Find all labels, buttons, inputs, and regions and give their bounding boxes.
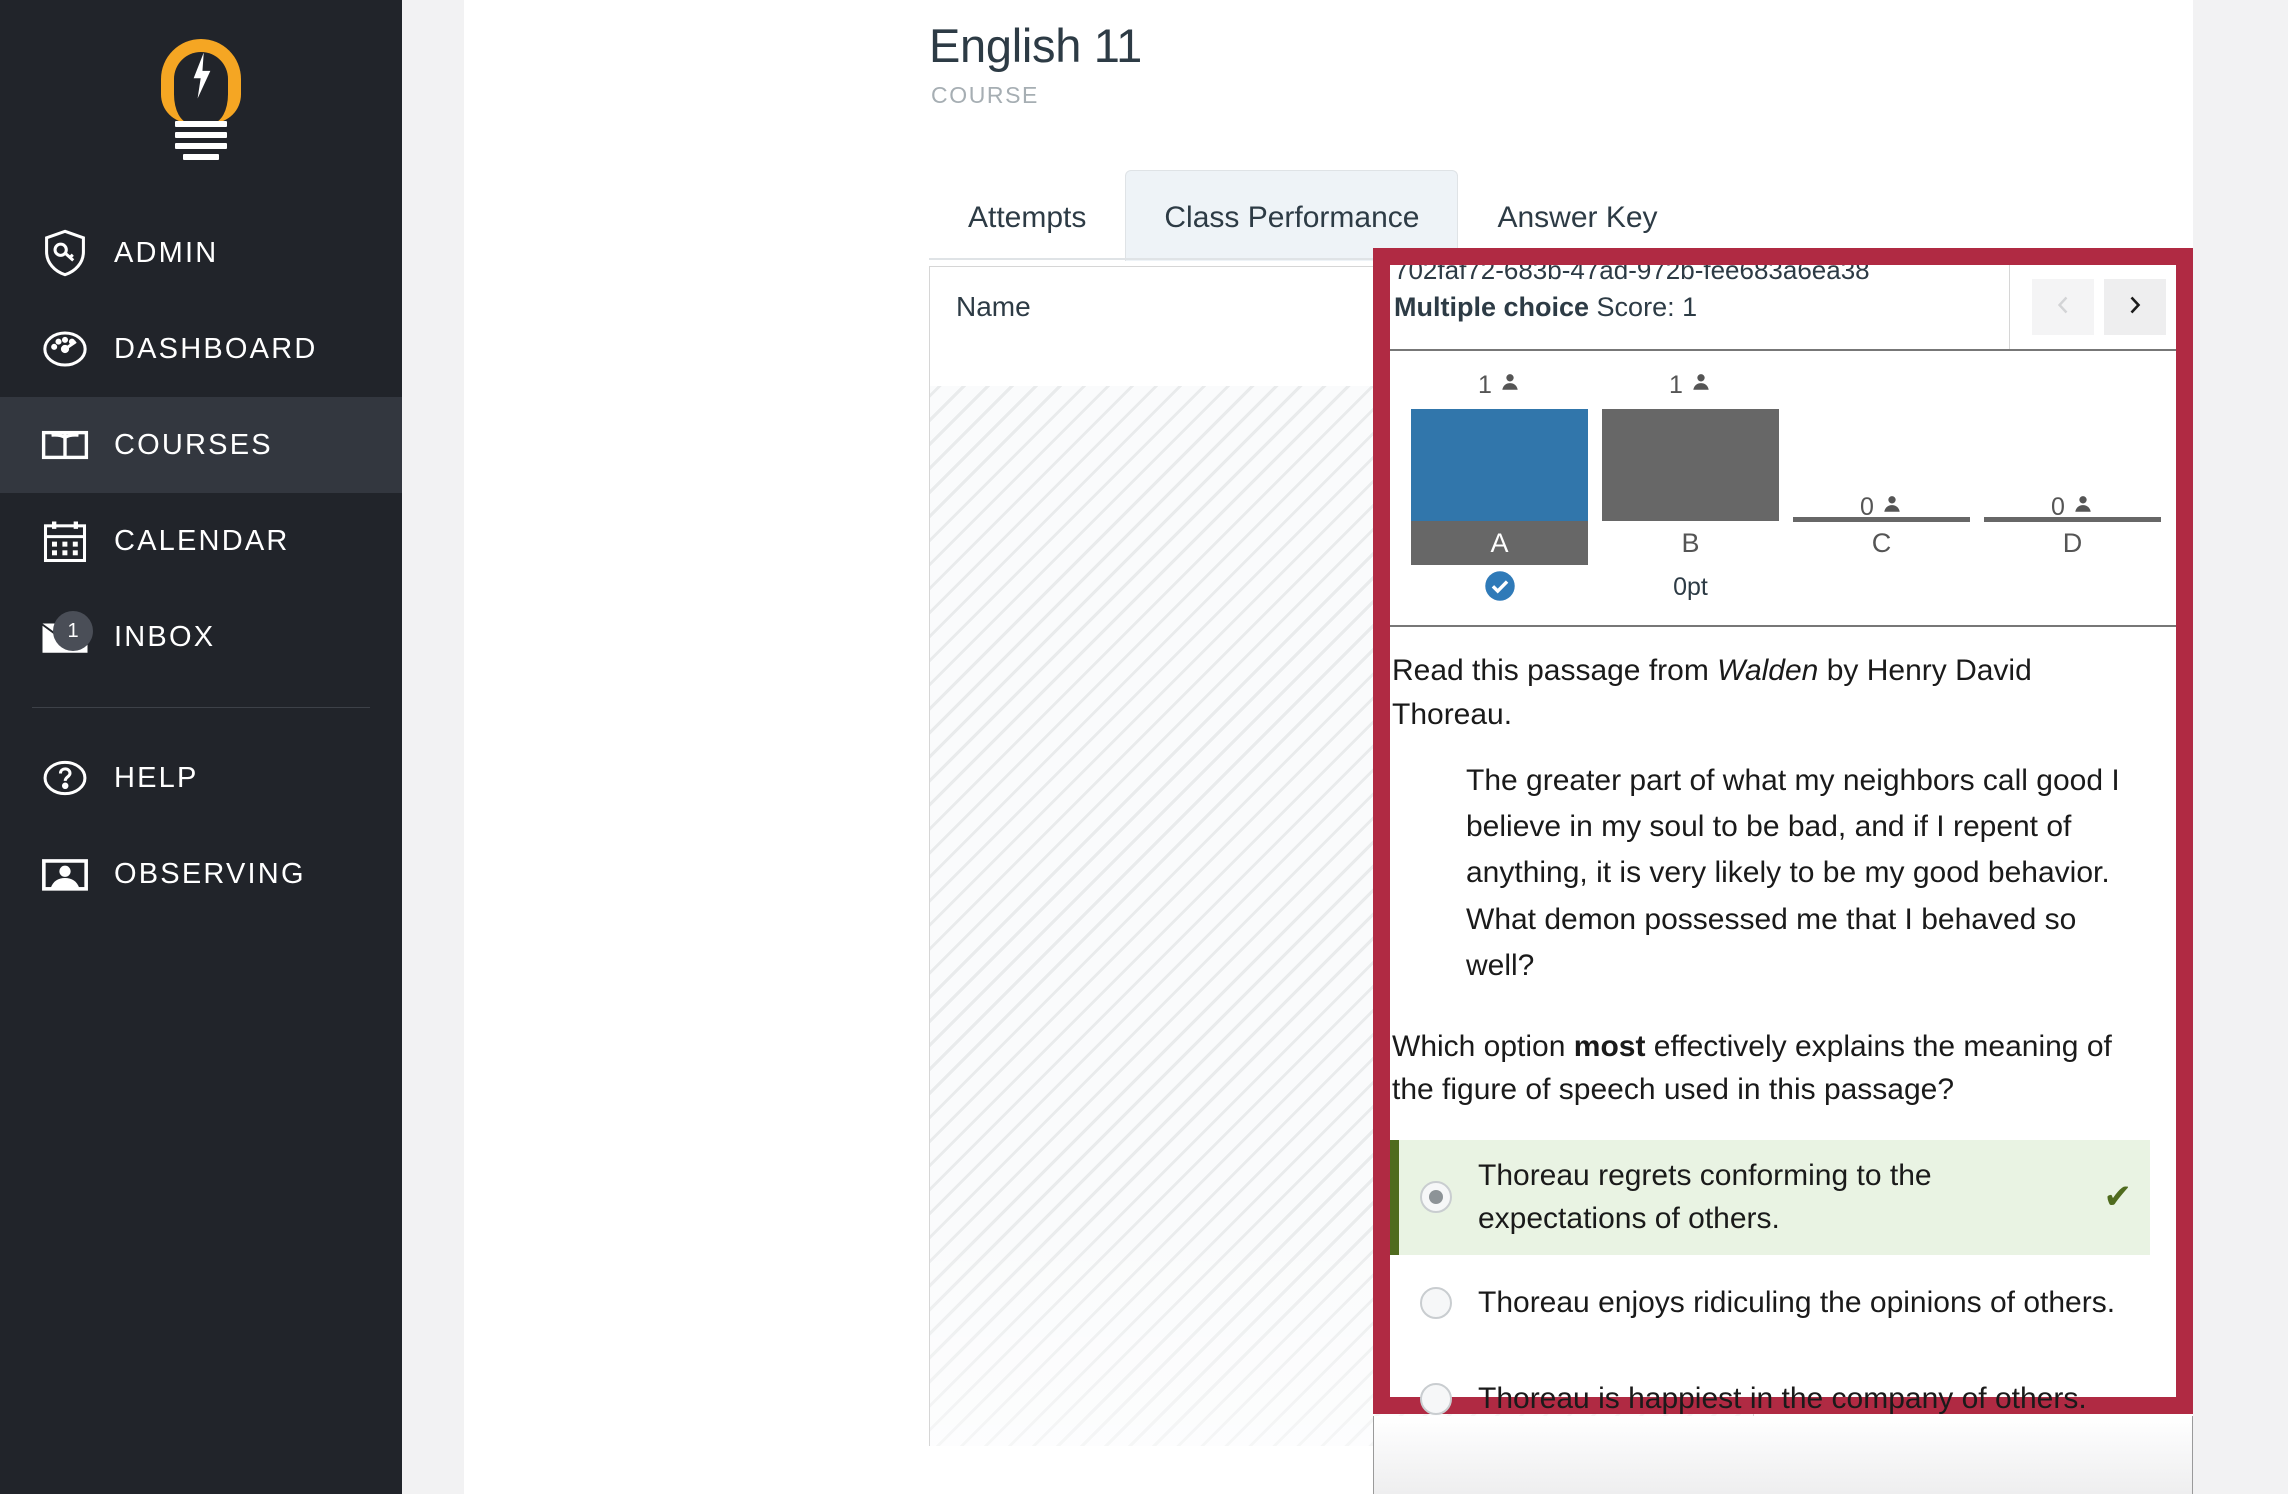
gauge-icon xyxy=(28,323,102,375)
sidebar-divider xyxy=(32,707,370,708)
chart-bar-label: B xyxy=(1681,527,1700,558)
prompt-before: Which option xyxy=(1392,1029,1574,1063)
tab-attempts[interactable]: Attempts xyxy=(929,170,1125,261)
sidebar-item-courses[interactable]: COURSES xyxy=(0,397,402,493)
question-body: Read this passage from Walden by Henry D… xyxy=(1390,627,2176,1494)
radio-button[interactable] xyxy=(1420,1382,1452,1415)
question-type: Multiple choice xyxy=(1394,291,1590,322)
chart-bar-a: 1 A xyxy=(1404,351,1595,625)
panel-bottom-strip xyxy=(1373,1416,2193,1494)
person-icon xyxy=(1499,371,1521,400)
right-rail xyxy=(2193,0,2288,1494)
passage-quote: The greater part of what my neighbors ca… xyxy=(1466,764,2120,982)
chart-bar-b: 1 B 0pt xyxy=(1595,351,1786,625)
chart-correct-marker xyxy=(1404,569,1595,608)
answer-option[interactable]: Thoreau enjoys ridiculing the opinions o… xyxy=(1390,1255,2150,1351)
chart-bar-fill xyxy=(1411,409,1588,521)
sidebar-item-observing[interactable]: OBSERVING xyxy=(0,826,402,922)
check-icon: ✔ xyxy=(2103,1178,2133,1217)
passage-intro-before: Read this passage from xyxy=(1392,654,1718,687)
sidebar-item-inbox[interactable]: 1 INBOX xyxy=(0,589,402,685)
sidebar-item-label: HELP xyxy=(114,761,199,794)
answer-option[interactable]: Thoreau regrets conforming to the expect… xyxy=(1390,1139,2150,1255)
column-header-label: Name xyxy=(956,291,1031,322)
chart-bar-label: A xyxy=(1411,521,1588,565)
shield-key-icon xyxy=(28,227,102,279)
sidebar-item-help[interactable]: HELP xyxy=(0,730,402,826)
chart-bar-c: 0 C xyxy=(1786,351,1977,625)
question-meta: 702faf72-683b-47ad-972b-fee683a6ea38 Mul… xyxy=(1390,265,2009,349)
answer-option-text: Thoreau is happiest in the company of ot… xyxy=(1478,1382,2087,1416)
chart-bar-label: D xyxy=(2062,527,2083,558)
question-detail-panel: 702faf72-683b-47ad-972b-fee683a6ea38 Mul… xyxy=(1373,248,2193,1494)
inbox-badge: 1 xyxy=(53,611,93,651)
question-circle-icon xyxy=(28,752,102,804)
chart-bar-d: 0 D xyxy=(1977,351,2168,625)
chart-bar-points: 0pt xyxy=(1673,573,1708,601)
chart-bar-count: 1 xyxy=(1595,371,1786,400)
sidebar-item-admin[interactable]: ADMIN xyxy=(0,205,402,301)
sidebar: ADMIN DASHBOARD COURSES CALENDAR 1 INBOX… xyxy=(0,0,402,1494)
previous-question-button[interactable] xyxy=(2032,279,2094,335)
passage-source-title: Walden xyxy=(1717,654,1819,687)
radio-button[interactable] xyxy=(1420,1181,1452,1214)
question-score: Score: 1 xyxy=(1596,291,1698,322)
question-nav-buttons xyxy=(2009,265,2176,349)
book-icon xyxy=(28,418,102,472)
sidebar-item-label: INBOX xyxy=(114,620,216,653)
radio-button[interactable] xyxy=(1420,1286,1452,1319)
chevron-right-icon xyxy=(2123,289,2147,326)
check-circle-icon xyxy=(1483,569,1517,608)
sidebar-item-label: COURSES xyxy=(114,428,273,461)
chart-bar-label: C xyxy=(1871,527,1892,558)
lightbulb-logo-icon xyxy=(147,37,255,169)
sidebar-item-label: ADMIN xyxy=(114,236,219,269)
page-subtitle: COURSE xyxy=(931,82,1040,108)
answer-option-text: Thoreau enjoys ridiculing the opinions o… xyxy=(1478,1286,2116,1320)
question-id: 702faf72-683b-47ad-972b-fee683a6ea38 xyxy=(1394,265,1870,285)
page-title: English 11 xyxy=(929,19,1142,72)
chart-bar-count: 1 xyxy=(1404,371,1595,400)
app-root: ADMIN DASHBOARD COURSES CALENDAR 1 INBOX… xyxy=(0,0,2288,1494)
sidebar-item-label: CALENDAR xyxy=(114,524,290,557)
calendar-icon xyxy=(28,515,102,567)
person-icon xyxy=(1690,371,1712,400)
answer-option-text: Thoreau regrets conforming to the expect… xyxy=(1478,1158,1932,1236)
sidebar-item-label: OBSERVING xyxy=(114,857,306,890)
question-type-and-score: Multiple choice Score: 1 xyxy=(1394,292,2009,323)
person-card-icon xyxy=(28,847,102,901)
chart-bars: 1 A 1 B 0pt 0 C 0 D xyxy=(1404,351,2168,625)
chevron-left-icon xyxy=(2051,289,2075,326)
prompt-emphasis: most xyxy=(1573,1029,1646,1063)
sidebar-item-label: DASHBOARD xyxy=(114,332,318,365)
question-panel-header: 702faf72-683b-47ad-972b-fee683a6ea38 Mul… xyxy=(1390,265,2176,351)
chart-bar-fill xyxy=(1602,409,1779,521)
next-question-button[interactable] xyxy=(2104,279,2166,335)
sidebar-item-dashboard[interactable]: DASHBOARD xyxy=(0,301,402,397)
sidebar-item-calendar[interactable]: CALENDAR xyxy=(0,493,402,589)
question-prompt: Which option most effectively explains t… xyxy=(1390,1025,2150,1112)
content-gutter xyxy=(402,0,464,1494)
passage-intro: Read this passage from Walden by Henry D… xyxy=(1390,649,2150,736)
logo[interactable] xyxy=(0,0,402,205)
answer-distribution-chart: 1 A 1 B 0pt 0 C 0 D xyxy=(1390,351,2176,627)
